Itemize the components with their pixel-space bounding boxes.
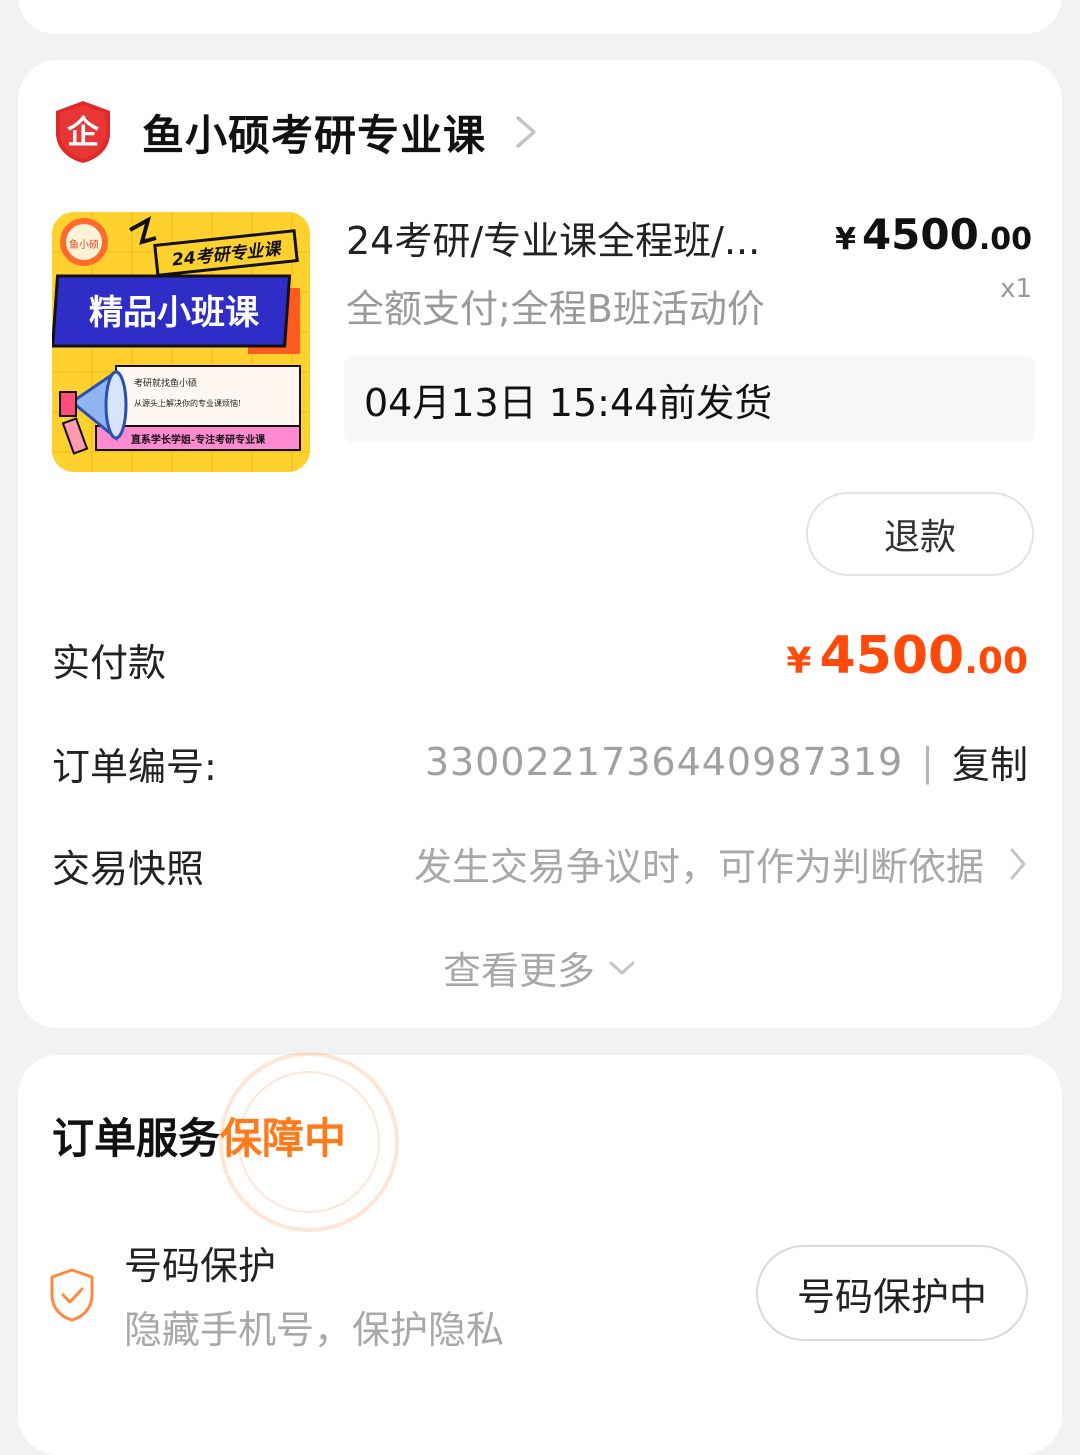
chevron-right-icon[interactable] [512,112,540,152]
snapshot-hint[interactable]: 发生交易争议时，可作为判断依据 [414,836,984,891]
service-item-name: 号码保护 [124,1244,277,1288]
order-service-card: 订单服务保障中 号码保护 隐藏手机号，保护隐私 号码保护中 [18,1052,1062,1455]
product-price: ¥4500.00 [835,210,1032,259]
order-number-label: 订单编号: [52,745,217,789]
price-symbol: ¥ [835,222,856,257]
thumb-line2: 从源头上解决你的专业课烦恼! [134,398,241,408]
chevron-right-icon[interactable] [1008,846,1028,882]
thumb-line1: 考研就找鱼小硕 [134,377,197,389]
paid-dec: .00 [964,641,1028,682]
refund-button[interactable]: 退款 [806,492,1034,576]
paid-int: 4500 [819,626,965,686]
shield-check-icon [50,1268,94,1322]
shop-badge-char: 企 [67,113,100,151]
thumb-banner: 直系学长学姐-专注考研专业课 [131,433,266,446]
snapshot-link[interactable]: 发生交易争议时，可作为判断依据 [414,836,1028,891]
thumb-headline: 精品小班课 [89,293,260,333]
price-dec: .00 [978,222,1032,257]
snapshot-label: 交易快照 [52,847,205,891]
view-more-button[interactable]: 查看更多 [18,940,1062,995]
price-int: 4500 [861,210,979,259]
thumb-logo-text: 鱼小硕 [69,238,99,251]
order-number-value: 3300221736440987319 [424,739,904,784]
shipping-notice: 04月13日 15:44前发货 [344,356,1034,442]
paid-label: 实付款 [52,641,167,685]
copy-button[interactable]: 复制 [952,734,1028,789]
view-more-label[interactable]: 查看更多 [443,940,595,995]
product-title[interactable]: 24考研/专业课全程班/... [346,210,760,265]
shop-badge-icon: 企 [54,99,112,165]
service-title-text: 订单服务 [52,1114,221,1163]
shipping-notice-text: 04月13日 15:44前发货 [364,380,773,425]
product-qty: x1 [1000,274,1032,304]
number-protection-button[interactable]: 号码保护中 [756,1245,1028,1341]
paid-symbol: ¥ [786,641,812,682]
service-status: 保障中 [220,1114,347,1163]
service-title: 订单服务保障中 [52,1105,346,1166]
product-thumbnail[interactable]: 鱼小硕 24考研专业课 精品小班课 考研就找鱼小硕 从源头上解决你的专业课烦恼!… [52,212,310,472]
service-item-desc: 隐藏手机号，保护隐私 [124,1308,505,1352]
shop-name[interactable]: 鱼小硕考研专业课 [142,102,486,163]
product-sku: 全额支付;全程B班活动价 [346,287,765,331]
previous-card [18,0,1062,34]
order-card: 企 鱼小硕考研专业课 鱼小硕 24考研专业课 精品小班课 考研就找鱼小硕 从源头… [18,60,1062,1028]
paid-amount: ¥4500.00 [786,626,1028,686]
chevron-down-icon[interactable] [607,958,637,978]
order-number-separator: | [921,739,934,784]
shop-header[interactable]: 企 鱼小硕考研专业课 [54,96,540,168]
order-number-row: 3300221736440987319 | 复制 [425,734,1028,789]
